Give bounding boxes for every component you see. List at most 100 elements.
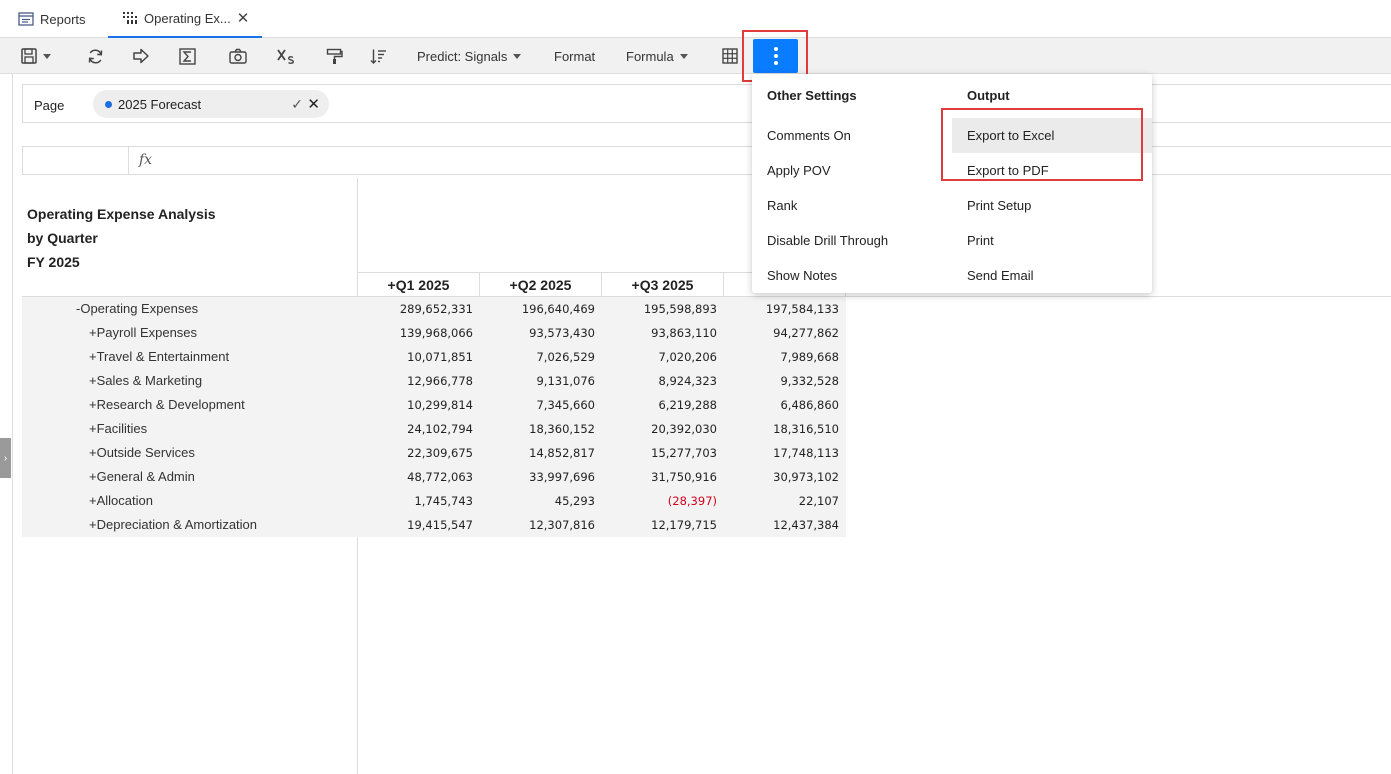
expand-panel-handle[interactable]: ›	[0, 438, 11, 478]
tab-bar: Reports Operating Ex... ✕	[0, 0, 1391, 38]
more-options-button[interactable]	[753, 39, 798, 73]
data-cell[interactable]: 7,345,660	[480, 393, 602, 417]
more-vertical-icon-dot	[773, 61, 778, 65]
xs-icon	[276, 48, 296, 64]
row-label[interactable]: +Travel & Entertainment	[22, 345, 357, 369]
formula-dropdown[interactable]: Formula	[626, 38, 690, 74]
data-cell[interactable]: 8,924,323	[602, 369, 724, 393]
save-dropdown-button[interactable]	[18, 38, 54, 74]
pov-chip-scenario[interactable]: 2025 Forecast ✓ ✕	[93, 90, 329, 118]
predict-signals-dropdown[interactable]: Predict: Signals	[417, 38, 523, 74]
format-button[interactable]: Format	[554, 38, 598, 74]
data-cell[interactable]: 12,966,778	[358, 369, 480, 393]
table-row: 289,652,331 196,640,469 195,598,893 197,584…	[358, 297, 846, 321]
row-label[interactable]: -Operating Expenses	[22, 297, 357, 321]
reports-icon	[18, 11, 34, 27]
data-cell[interactable]: 197,584,133	[724, 297, 846, 321]
suppress-button[interactable]	[275, 38, 297, 74]
row-label[interactable]: +Outside Services	[22, 441, 357, 465]
data-cell[interactable]: 20,392,030	[602, 417, 724, 441]
data-cell[interactable]: 93,573,430	[480, 321, 602, 345]
menu-item-send-email[interactable]: Send Email	[952, 258, 1152, 293]
row-label[interactable]: +Payroll Expenses	[22, 321, 357, 345]
row-label[interactable]: +Allocation	[22, 489, 357, 513]
row-label[interactable]: +General & Admin	[22, 465, 357, 489]
data-cell[interactable]: 6,486,860	[724, 393, 846, 417]
cell-reference-box[interactable]	[23, 147, 129, 174]
data-cell[interactable]: 1,745,743	[358, 489, 480, 513]
column-header-q2[interactable]: +Q2 2025	[480, 272, 602, 296]
column-header-q3[interactable]: +Q3 2025	[602, 272, 724, 296]
menu-item-print-setup[interactable]: Print Setup	[952, 188, 1152, 223]
check-icon[interactable]: ✓	[291, 96, 303, 113]
menu-item-export-excel[interactable]: Export to Excel	[952, 118, 1152, 153]
menu-heading-output: Output	[967, 88, 1010, 103]
menu-item-print[interactable]: Print	[952, 223, 1152, 258]
data-cell[interactable]: 15,277,703	[602, 441, 724, 465]
data-cell[interactable]: 289,652,331	[358, 297, 480, 321]
data-cell[interactable]: 22,309,675	[358, 441, 480, 465]
refresh-button[interactable]	[84, 38, 106, 74]
snapshot-button[interactable]	[227, 38, 249, 74]
data-cell[interactable]: 7,020,206	[602, 345, 724, 369]
row-label[interactable]: +Facilities	[22, 417, 357, 441]
menu-output: Output Export to Excel Export to PDF Pri…	[952, 74, 1152, 293]
data-cell[interactable]: 24,102,794	[358, 417, 480, 441]
menu-item-export-pdf[interactable]: Export to PDF	[952, 153, 1152, 188]
column-header-q1[interactable]: +Q1 2025	[358, 272, 480, 296]
sort-button[interactable]	[367, 38, 389, 74]
data-cell[interactable]: 17,748,113	[724, 441, 846, 465]
data-cell[interactable]: 12,437,384	[724, 513, 846, 537]
data-cell[interactable]: 30,973,102	[724, 465, 846, 489]
data-cells: 289,652,331 196,640,469 195,598,893 197,584…	[358, 297, 846, 537]
menu-item-show-notes[interactable]: Show Notes	[752, 258, 952, 293]
data-cell[interactable]: 31,750,916	[602, 465, 724, 489]
format-painter-button[interactable]	[323, 38, 345, 74]
data-cell[interactable]: 196,640,469	[480, 297, 602, 321]
menu-item-apply-pov[interactable]: Apply POV	[752, 153, 952, 188]
row-label[interactable]: +Research & Development	[22, 393, 357, 417]
data-cell[interactable]: 139,968,066	[358, 321, 480, 345]
data-cell[interactable]: 18,316,510	[724, 417, 846, 441]
close-tab-icon[interactable]: ✕	[237, 9, 250, 27]
drill-forward-button[interactable]	[130, 38, 152, 74]
data-cell[interactable]: 10,071,851	[358, 345, 480, 369]
data-cell[interactable]: 9,332,528	[724, 369, 846, 393]
save-icon	[21, 48, 37, 64]
data-cell[interactable]: 48,772,063	[358, 465, 480, 489]
data-cell[interactable]: 18,360,152	[480, 417, 602, 441]
grid-view-button[interactable]	[719, 38, 741, 74]
data-cell[interactable]: 9,131,076	[480, 369, 602, 393]
data-cell[interactable]: 6,219,288	[602, 393, 724, 417]
data-cell[interactable]: 12,179,715	[602, 513, 724, 537]
table-row: 22,309,675 14,852,817 15,277,703 17,748,113	[358, 441, 846, 465]
tab-operating-expense[interactable]: Operating Ex... ✕	[108, 0, 262, 38]
menu-item-rank[interactable]: Rank	[752, 188, 952, 223]
menu-item-comments-on[interactable]: Comments On	[752, 118, 952, 153]
close-icon[interactable]: ✕	[307, 95, 320, 113]
data-cell[interactable]: 33,997,696	[480, 465, 602, 489]
data-cell[interactable]: 93,863,110	[602, 321, 724, 345]
data-cell[interactable]: 10,299,814	[358, 393, 480, 417]
data-cell[interactable]: 45,293	[480, 489, 602, 513]
data-cell[interactable]: 19,415,547	[358, 513, 480, 537]
grid-report-icon	[122, 10, 138, 26]
data-cell[interactable]: 7,989,668	[724, 345, 846, 369]
tab-reports[interactable]: Reports	[18, 0, 108, 38]
more-options-menu: Other Settings Comments On Apply POV Ran…	[752, 74, 1152, 293]
refresh-icon	[87, 48, 104, 65]
menu-item-disable-drill-through[interactable]: Disable Drill Through	[752, 223, 952, 258]
sum-button[interactable]	[176, 38, 198, 74]
data-cell[interactable]: 12,307,816	[480, 513, 602, 537]
table-row: 10,071,851 7,026,529 7,020,206 7,989,668	[358, 345, 846, 369]
data-cell[interactable]: 14,852,817	[480, 441, 602, 465]
data-cell[interactable]: 94,277,862	[724, 321, 846, 345]
row-label[interactable]: +Depreciation & Amortization	[22, 513, 357, 537]
data-cell[interactable]: (28,397)	[602, 489, 724, 513]
table-row: 139,968,066 93,573,430 93,863,110 94,277,86…	[358, 321, 846, 345]
data-cell[interactable]: 195,598,893	[602, 297, 724, 321]
row-labels: -Operating Expenses +Payroll Expenses +Tra…	[22, 297, 357, 537]
data-cell[interactable]: 22,107	[724, 489, 846, 513]
row-label[interactable]: +Sales & Marketing	[22, 369, 357, 393]
data-cell[interactable]: 7,026,529	[480, 345, 602, 369]
